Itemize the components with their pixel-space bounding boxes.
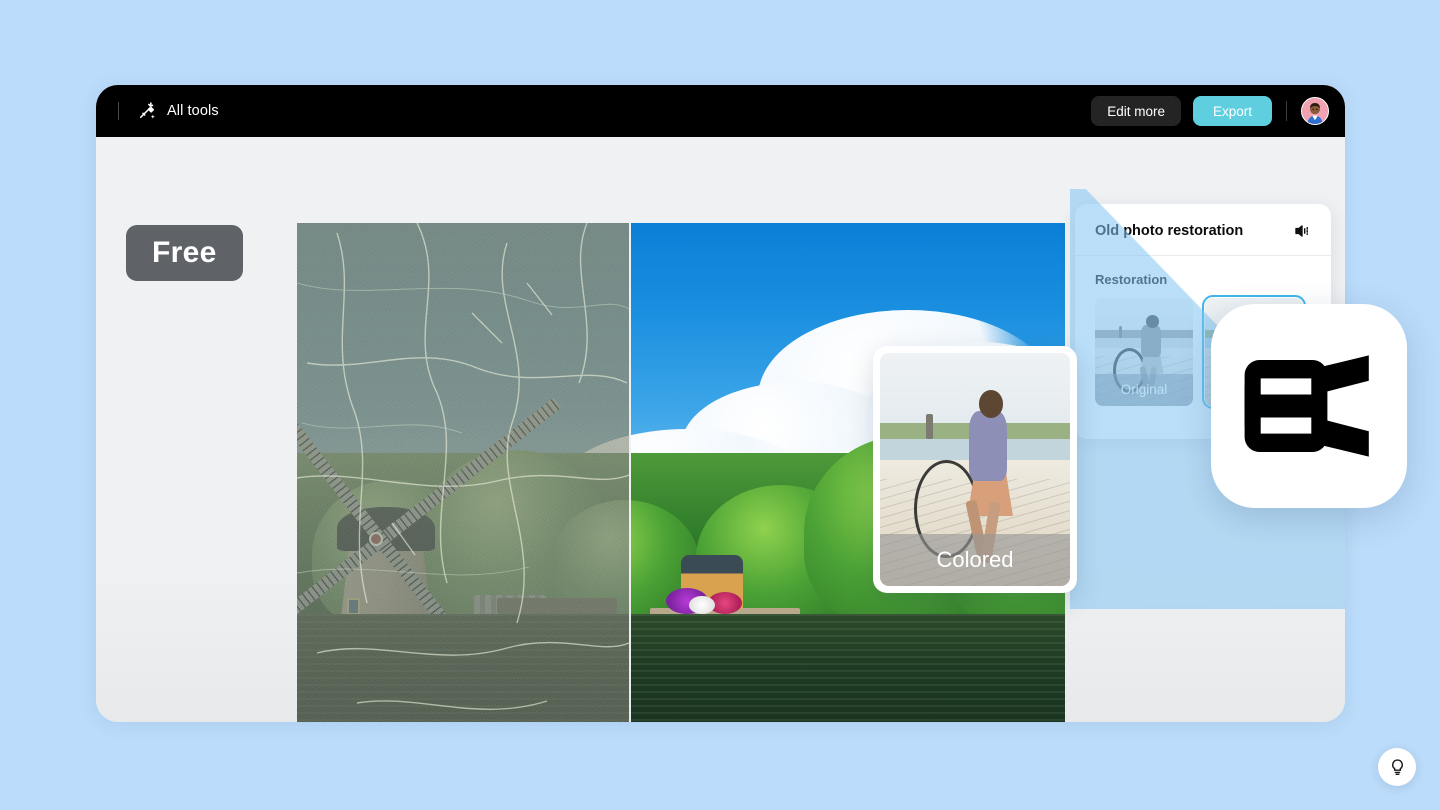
panel-header: Old photo restoration xyxy=(1095,222,1311,255)
panel-divider xyxy=(1075,255,1331,256)
toolbar-left-group: All tools xyxy=(118,101,219,121)
colored-preview-image: Colored xyxy=(880,353,1070,586)
help-button[interactable] xyxy=(1378,748,1416,786)
colored-preview-card[interactable]: Colored xyxy=(873,346,1077,593)
all-tools-label[interactable]: All tools xyxy=(167,103,219,119)
app-window: All tools Edit more Export Free Old phot… xyxy=(96,85,1345,722)
lightbulb-icon xyxy=(1391,758,1403,775)
top-toolbar: All tools Edit more Export xyxy=(96,85,1345,137)
editor-canvas: Free Old photo restoration Restoration O… xyxy=(96,137,1345,722)
colored-card-label: Colored xyxy=(880,534,1070,586)
avatar[interactable] xyxy=(1301,97,1329,125)
free-badge: Free xyxy=(126,225,243,281)
toolbar-separator xyxy=(1286,101,1287,121)
edit-more-button[interactable]: Edit more xyxy=(1091,96,1181,126)
capcut-logo xyxy=(1211,304,1407,508)
scratch-overlay xyxy=(297,223,629,710)
photo-before-original[interactable] xyxy=(297,223,629,722)
magic-wand-icon xyxy=(137,101,157,121)
export-button[interactable]: Export xyxy=(1192,96,1272,126)
toolbar-divider xyxy=(118,102,119,120)
restoration-section-label: Restoration xyxy=(1095,272,1168,287)
thumb-original[interactable]: Original xyxy=(1095,298,1193,406)
capcut-logo-mark xyxy=(1244,355,1369,457)
panel-title: Old photo restoration xyxy=(1095,223,1244,239)
thumb-original-label: Original xyxy=(1095,374,1193,406)
toolbar-right-group: Edit more Export xyxy=(1091,96,1329,126)
speaker-icon[interactable] xyxy=(1293,222,1311,240)
